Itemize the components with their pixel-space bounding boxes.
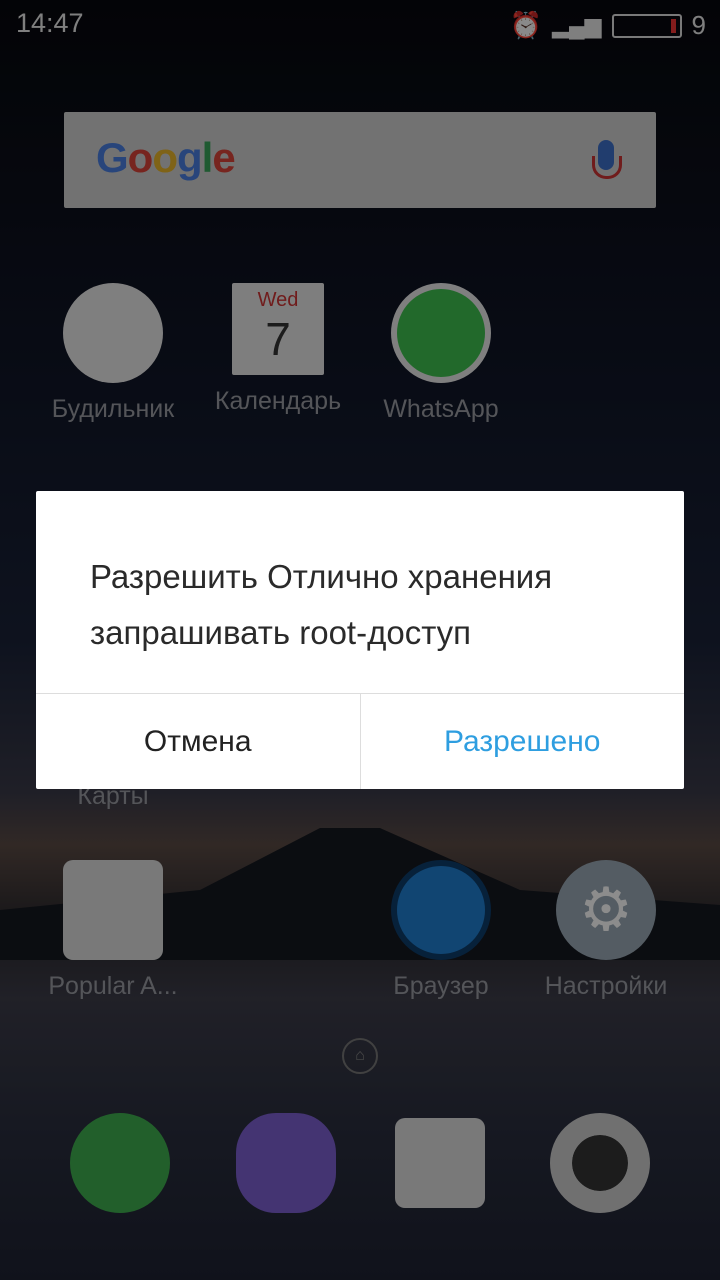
dialog-message: Разрешить Отлично хранения запрашивать r…: [90, 558, 553, 651]
root-permission-dialog: Разрешить Отлично хранения запрашивать r…: [36, 491, 684, 789]
allow-button[interactable]: Разрешено: [361, 694, 685, 789]
cancel-button[interactable]: Отмена: [36, 694, 361, 789]
